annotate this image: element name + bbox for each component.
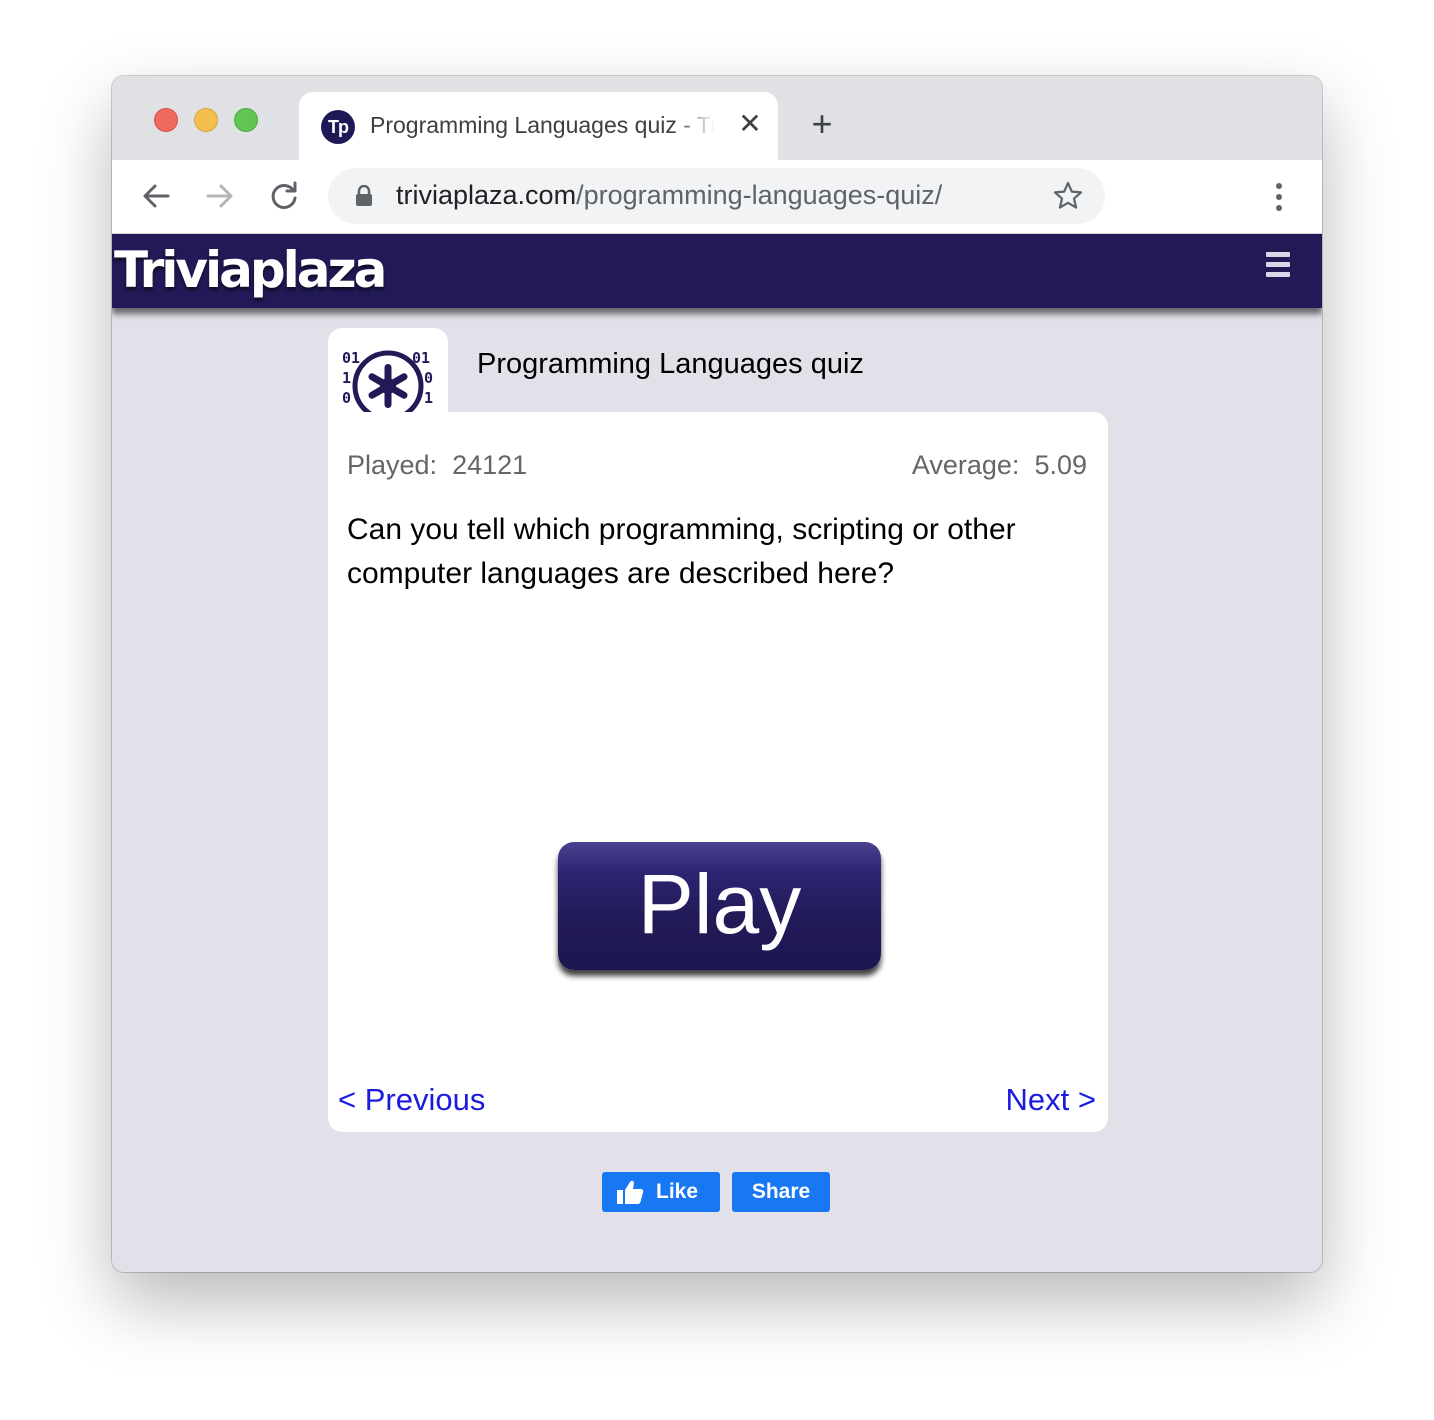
play-button[interactable]: Play — [558, 842, 881, 970]
new-tab-icon[interactable]: + — [804, 106, 840, 142]
quiz-description: Can you tell which programming, scriptin… — [347, 513, 1016, 590]
forward-arrow-icon[interactable] — [202, 178, 238, 214]
site-header: Triviaplaza — [112, 234, 1322, 308]
svg-text:0: 0 — [342, 389, 351, 407]
like-label: Like — [656, 1180, 699, 1203]
tab-favicon-icon: Tp — [321, 110, 355, 144]
star-icon[interactable] — [1052, 180, 1084, 212]
played-value: 24121 — [452, 450, 528, 480]
close-window-button[interactable] — [154, 108, 178, 132]
previous-quiz-link[interactable]: < Previous — [338, 1082, 485, 1118]
played-stat: Played: 24121 — [347, 450, 527, 481]
svg-text:1: 1 — [424, 389, 433, 407]
browser-toolbar: triviaplaza.com/programming-languages-qu… — [112, 160, 1322, 234]
page-content: Triviaplaza 01 01 1 0 0 1 01 10 — [112, 234, 1322, 1272]
svg-text:1: 1 — [342, 369, 351, 387]
hamburger-icon[interactable] — [1266, 252, 1290, 278]
facebook-share-button[interactable]: Share — [732, 1172, 830, 1212]
active-tab[interactable]: Tp Programming Languages quiz - Triviapl… — [299, 92, 778, 160]
url-text[interactable]: triviaplaza.com/programming-languages-qu… — [396, 180, 942, 211]
minimize-window-button[interactable] — [194, 108, 218, 132]
lock-icon[interactable] — [354, 184, 374, 207]
browser-window: Tp Programming Languages quiz - Triviapl… — [112, 76, 1322, 1272]
facebook-like-button[interactable]: Like — [602, 1172, 720, 1212]
maximize-window-button[interactable] — [234, 108, 258, 132]
url-path: /programming-languages-quiz/ — [576, 180, 943, 210]
next-quiz-link[interactable]: Next > — [1006, 1082, 1096, 1118]
quiz-title: Programming Languages quiz — [477, 348, 864, 380]
url-domain: triviaplaza.com — [396, 180, 577, 210]
svg-text:01: 01 — [342, 349, 360, 367]
back-arrow-icon[interactable] — [138, 178, 174, 214]
site-logo[interactable]: Triviaplaza — [114, 240, 387, 300]
tab-close-icon[interactable]: ✕ — [735, 109, 765, 139]
tab-title: Programming Languages quiz - Triviaplaza — [370, 112, 715, 138]
average-label: Average: — [911, 450, 1020, 480]
address-bar[interactable]: triviaplaza.com/programming-languages-qu… — [328, 168, 1105, 224]
average-stat: Average: 5.09 — [912, 450, 1087, 481]
quiz-card: Played: 24121 Average: 5.09 Can you tell… — [328, 412, 1108, 1132]
thumbs-up-icon — [616, 1179, 644, 1205]
reload-icon[interactable] — [266, 178, 302, 214]
tab-strip: Tp Programming Languages quiz - Triviapl… — [112, 76, 1322, 160]
kebab-menu-icon[interactable] — [1264, 180, 1294, 214]
svg-text:0: 0 — [424, 369, 433, 387]
average-value: 5.09 — [1034, 450, 1087, 480]
played-label: Played: — [347, 450, 438, 480]
